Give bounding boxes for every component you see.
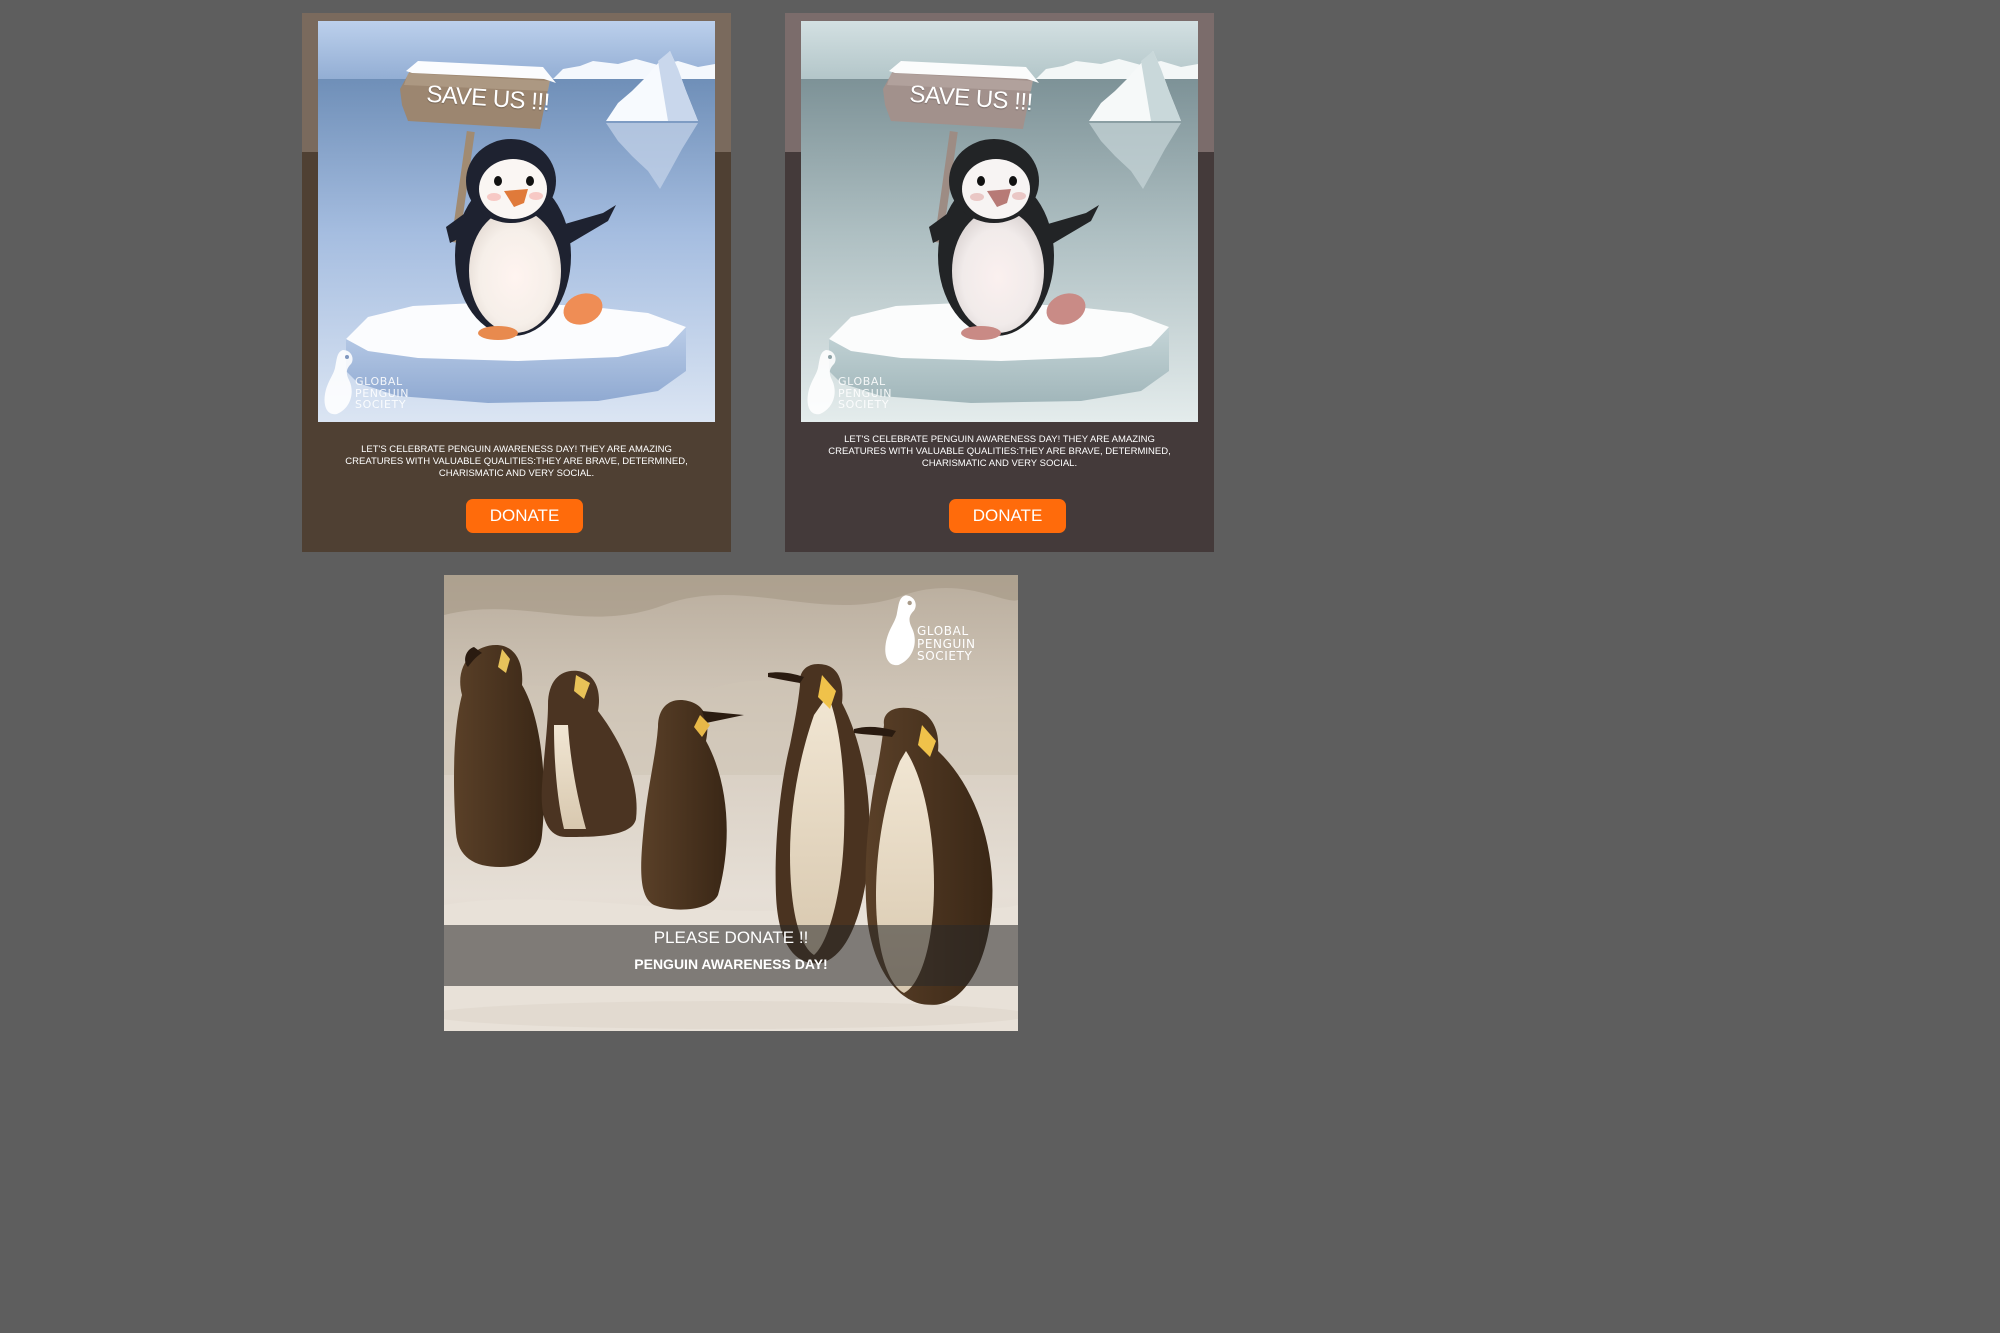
ad-card-cool: SAVE US !!! GLOBAL PENGUIN SOCIETY LET'S… bbox=[785, 13, 1214, 552]
penguin-logo-icon bbox=[807, 350, 836, 415]
penguin-illustration: SAVE US !!! GLOBAL PENGUIN SOCIETY bbox=[801, 21, 1198, 422]
penguin-illustration: SAVE US !!! GLOBAL PENGUIN SOCIETY bbox=[318, 21, 715, 422]
gps-logo: GLOBAL PENGUIN SOCIETY bbox=[321, 346, 441, 420]
banner-subline: PENGUIN AWARENESS DAY! bbox=[634, 956, 828, 972]
ad-body-text: LET'S CELEBRATE PENGUIN AWARENESS DAY! T… bbox=[345, 444, 688, 479]
gps-logo-text: GLOBAL PENGUIN SOCIETY bbox=[838, 376, 892, 411]
penguin-logo-icon bbox=[885, 595, 916, 666]
ad-body-text: LET'S CELEBRATE PENGUIN AWARENESS DAY! T… bbox=[828, 434, 1171, 469]
logo-line-1: GLOBAL bbox=[917, 624, 969, 638]
banner-headline: PLEASE DONATE !! bbox=[653, 928, 809, 947]
donate-button[interactable]: DONATE bbox=[949, 499, 1066, 533]
logo-line-1: GLOBAL bbox=[838, 375, 886, 388]
gps-logo: GLOBAL PENGUIN SOCIETY bbox=[881, 591, 1011, 671]
logo-line-3: SOCIETY bbox=[917, 649, 973, 663]
photo-banner: GLOBAL PENGUIN SOCIETY PLEASE DONATE !! … bbox=[444, 575, 1018, 1031]
gps-logo-text: GLOBAL PENGUIN SOCIETY bbox=[917, 625, 976, 663]
ad-card-warm: SAVE US !!! GLOBAL PENGUIN SOCIETY LET'S… bbox=[302, 13, 731, 552]
caption-bar: PLEASE DONATE !! PENGUIN AWARENESS DAY! bbox=[444, 925, 1018, 986]
logo-line-3: SOCIETY bbox=[355, 398, 407, 411]
gps-logo: GLOBAL PENGUIN SOCIETY bbox=[804, 346, 924, 420]
gps-logo-text: GLOBAL PENGUIN SOCIETY bbox=[355, 376, 409, 411]
donate-button[interactable]: DONATE bbox=[466, 499, 583, 533]
penguin-logo-icon bbox=[324, 350, 353, 415]
logo-line-1: GLOBAL bbox=[355, 375, 403, 388]
logo-line-3: SOCIETY bbox=[838, 398, 890, 411]
